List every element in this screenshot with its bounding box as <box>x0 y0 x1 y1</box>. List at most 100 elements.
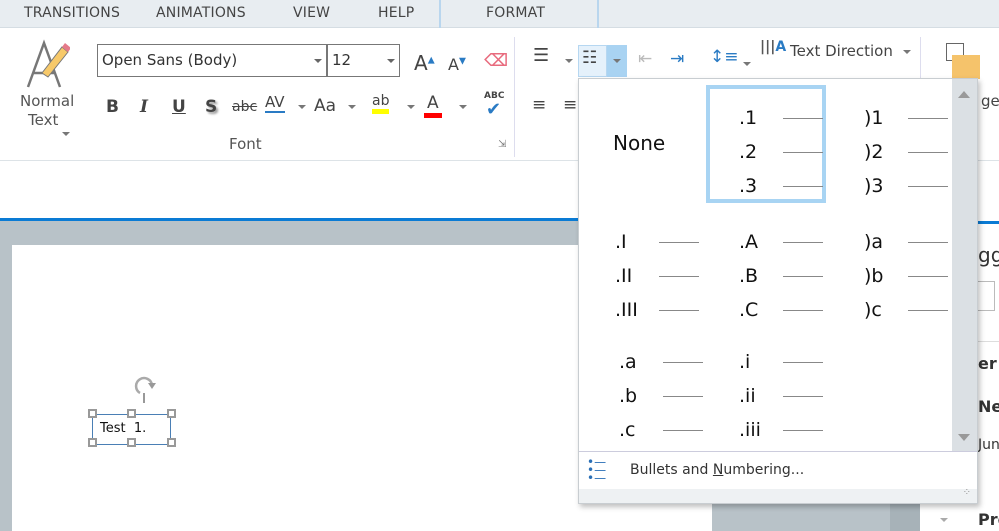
chevron-down-icon[interactable] <box>348 105 356 109</box>
shrink-font-icon[interactable]: A▼ <box>448 55 466 74</box>
numbering-button[interactable]: ☷ <box>578 45 607 77</box>
numbering-none-option[interactable]: None <box>613 131 665 155</box>
numbering-row: )b <box>864 259 948 293</box>
dropdown-scrollbar[interactable] <box>952 79 977 451</box>
tab-animations[interactable]: ANIMATIONS <box>156 5 246 21</box>
list-options-icon: •— •— •— <box>587 455 607 485</box>
resize-handle[interactable] <box>167 409 176 418</box>
resize-handle[interactable] <box>167 438 176 447</box>
chevron-down-icon[interactable] <box>565 59 573 63</box>
numbering-marker: .3 <box>739 175 758 197</box>
chevron-down-icon[interactable] <box>903 50 911 54</box>
font-dialog-launcher-icon[interactable]: ⇲ <box>498 139 506 150</box>
normal-text-button[interactable]: Normal Text <box>14 39 84 139</box>
numbering-row: .I <box>615 225 699 259</box>
bold-button[interactable]: B <box>106 97 119 117</box>
numbering-marker: .II <box>615 265 633 287</box>
resize-handle[interactable] <box>88 409 97 418</box>
numbering-row: .c <box>619 413 703 447</box>
ribbon-tabs: TRANSITIONS ANIMATIONS VIEW HELP FORMAT <box>0 0 999 28</box>
resize-handle[interactable] <box>127 438 136 447</box>
numbering-row: )3 <box>864 169 948 203</box>
numbering-marker: .1 <box>739 107 758 129</box>
tab-transitions[interactable]: TRANSITIONS <box>24 5 120 21</box>
numbering-line <box>659 276 699 277</box>
resize-grip[interactable]: ⁘ <box>579 487 977 503</box>
numbering-option[interactable]: .1 .2 .3 <box>739 101 823 203</box>
chevron-down-icon[interactable] <box>743 62 751 66</box>
numbering-line <box>908 118 948 119</box>
numbering-row: .B <box>739 259 823 293</box>
resize-handle[interactable] <box>88 438 97 447</box>
numbering-marker: )a <box>864 231 884 253</box>
panel-text: Ne <box>978 397 999 416</box>
chevron-down-icon <box>314 59 322 63</box>
align-left-icon[interactable]: ≡ <box>532 95 546 115</box>
arrange-icon-fill <box>952 55 980 79</box>
numbering-line <box>783 362 823 363</box>
spell-check-icon[interactable]: ✔ <box>486 99 501 120</box>
font-group-label: Font <box>229 135 262 153</box>
tab-view[interactable]: VIEW <box>293 5 330 21</box>
highlight-color-button[interactable]: ab <box>372 93 390 114</box>
numbering-option[interactable]: .A .B .C <box>739 225 823 327</box>
scroll-up-icon[interactable] <box>958 91 970 98</box>
chevron-down-icon[interactable] <box>940 518 948 522</box>
shadow-button[interactable]: S <box>205 97 217 117</box>
strikethrough-button[interactable]: abc <box>232 99 257 115</box>
font-name-select[interactable]: Open Sans (Body) <box>97 44 327 77</box>
panel-button[interactable] <box>975 281 995 311</box>
numbering-marker: )c <box>864 299 882 321</box>
chevron-down-icon[interactable] <box>459 105 467 109</box>
numbering-line <box>908 186 948 187</box>
group-divider <box>514 37 515 157</box>
chevron-down-icon[interactable] <box>407 105 415 109</box>
numbering-dropdown: None .1 .2 .3)1)2)3 .I .II .III .A .B .C)a)b)c .a… <box>578 78 978 504</box>
clear-formatting-icon[interactable]: ⌫ <box>484 51 508 71</box>
numbering-marker: .i <box>739 351 751 373</box>
tab-help[interactable]: HELP <box>378 5 414 21</box>
numbering-marker: .ii <box>739 385 756 407</box>
increase-indent-icon[interactable]: ⇥ <box>670 49 684 69</box>
normal-text-label-2: Text <box>28 111 59 129</box>
panel-divider <box>975 341 999 342</box>
bullets-icon[interactable]: ☰ <box>533 45 549 66</box>
scroll-down-icon[interactable] <box>958 434 970 441</box>
numbering-option[interactable]: )1)2)3 <box>864 101 948 203</box>
numbering-marker: .B <box>739 265 759 287</box>
font-size-select[interactable]: 12 <box>327 44 400 77</box>
numbering-row: .A <box>739 225 823 259</box>
numbering-marker: .iii <box>739 419 761 441</box>
text-box-content: Test 1. <box>100 421 147 436</box>
line-spacing-icon[interactable]: ↕≡ <box>710 47 739 67</box>
resize-handle[interactable] <box>127 409 136 418</box>
numbering-row: )a <box>864 225 948 259</box>
underline-button[interactable]: U <box>172 97 186 117</box>
numbering-line <box>783 430 823 431</box>
bullets-and-numbering-item[interactable]: •— •— •— Bullets and Numbering... <box>579 451 977 489</box>
font-color-button[interactable]: A <box>424 93 442 118</box>
change-case-button[interactable]: Aa <box>314 96 336 116</box>
align-center-icon[interactable]: ≡ <box>563 95 577 115</box>
numbering-row: .3 <box>739 169 823 203</box>
numbering-marker: .C <box>739 299 759 321</box>
panel-text: Pro <box>978 510 999 529</box>
numbering-option[interactable]: .I .II .III <box>615 225 699 327</box>
text-direction-button[interactable]: Text Direction <box>790 42 893 60</box>
italic-button[interactable]: I <box>140 97 148 117</box>
tab-format[interactable]: FORMAT <box>486 5 545 21</box>
numbering-marker: .2 <box>739 141 758 163</box>
numbering-option[interactable]: .a .b .c <box>619 345 703 447</box>
numbering-line <box>783 118 823 119</box>
numbering-row: .b <box>619 379 703 413</box>
numbering-option[interactable]: )a )b )c <box>864 225 948 327</box>
grow-font-icon[interactable]: A▲ <box>414 51 435 75</box>
numbering-line <box>783 242 823 243</box>
numbering-dropdown-button[interactable] <box>607 45 627 77</box>
label-part: Bullets and <box>630 462 713 478</box>
rotate-handle-icon[interactable] <box>132 373 158 403</box>
numbering-option[interactable]: .i .ii .iii <box>739 345 823 447</box>
decrease-indent-icon[interactable]: ⇤ <box>638 49 652 69</box>
chevron-down-icon[interactable] <box>298 105 306 109</box>
character-spacing-button[interactable]: AV <box>265 93 285 113</box>
